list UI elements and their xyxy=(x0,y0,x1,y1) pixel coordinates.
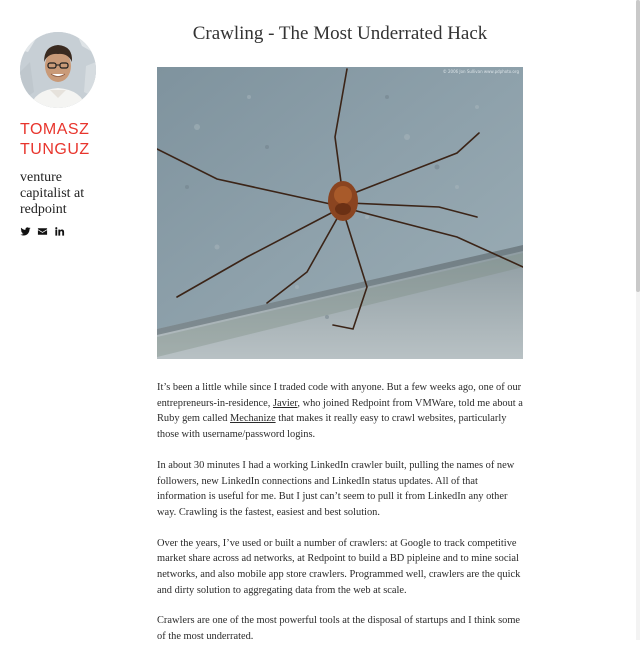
javier-link[interactable]: Javier xyxy=(273,398,297,409)
paragraph-4: Crawlers are one of the most powerful to… xyxy=(157,615,521,643)
sidebar: TOMASZ TUNGUZ venture capitalist at redp… xyxy=(20,32,130,237)
harvestman-spider-photo: © 2006 Jon Sullivan www.pdphoto.org xyxy=(157,67,523,359)
page-scrollbar[interactable] xyxy=(636,0,640,640)
author-name[interactable]: TOMASZ TUNGUZ xyxy=(20,120,130,160)
mechanize-link[interactable]: Mechanize xyxy=(230,413,276,424)
post-hero-image: © 2006 Jon Sullivan www.pdphoto.org xyxy=(157,67,523,359)
post-body: It’s been a little while since I traded … xyxy=(157,380,523,660)
twitter-icon xyxy=(20,227,31,236)
author-first-name[interactable]: TOMASZ xyxy=(20,120,130,140)
paragraph-2: In about 30 minutes I had a working Link… xyxy=(157,459,515,518)
email-icon xyxy=(37,228,48,235)
linkedin-link[interactable] xyxy=(54,226,65,237)
post-title[interactable]: Crawling - The Most Underrated Hack xyxy=(157,22,523,46)
scrollbar-thumb[interactable] xyxy=(636,0,640,292)
twitter-link[interactable] xyxy=(20,226,31,237)
paragraph-3: Over the years, I’ve used or built a num… xyxy=(157,537,521,596)
email-link[interactable] xyxy=(37,226,48,237)
photo-credit: © 2006 Jon Sullivan www.pdphoto.org xyxy=(443,69,520,74)
paragraph-1: It’s been a little while since I traded … xyxy=(157,380,523,443)
author-tagline: venture capitalist at redpoint xyxy=(20,170,85,217)
linkedin-icon xyxy=(55,227,65,236)
author-portrait-icon xyxy=(20,32,96,108)
social-links xyxy=(20,226,130,237)
author-last-name[interactable]: TUNGUZ xyxy=(20,140,130,160)
post-main: Crawling - The Most Underrated Hack © 20… xyxy=(157,0,523,642)
author-avatar[interactable] xyxy=(20,32,96,108)
